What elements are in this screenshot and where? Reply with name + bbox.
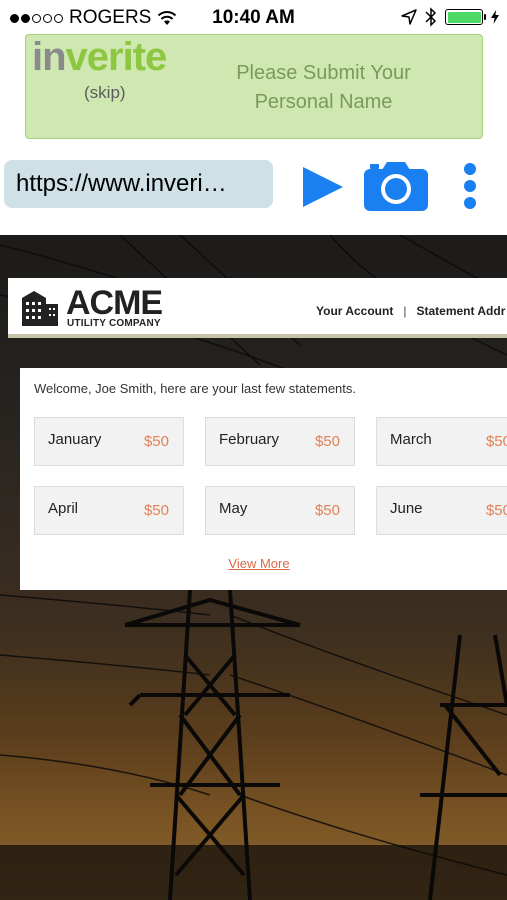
acme-nav: Your Account | Statement Addr <box>316 304 505 318</box>
status-bar: ROGERS 10:40 AM <box>0 0 507 34</box>
skip-link[interactable]: (skip) <box>84 83 126 103</box>
statement-amount: $50 <box>143 433 169 450</box>
battery-icon <box>445 9 486 25</box>
banner-message: Please Submit Your Personal Name <box>216 59 431 117</box>
web-content[interactable]: ACME UTILITY COMPANY Your Account | Stat… <box>0 235 507 900</box>
url-field[interactable]: https://www.inveri… <box>4 160 273 208</box>
inverite-banner: inverite (skip) Please Submit Your Perso… <box>25 34 483 139</box>
charging-icon <box>491 10 499 24</box>
acme-brand-name: ACME <box>66 284 163 322</box>
statement-month: May <box>219 500 248 517</box>
statement-amount: $50 <box>485 502 507 519</box>
acme-brand-subtitle: UTILITY COMPANY <box>67 318 161 329</box>
bluetooth-icon <box>425 7 437 27</box>
building-icon <box>22 291 58 326</box>
statement-card-may[interactable]: May $50 <box>205 486 355 535</box>
statement-card-april[interactable]: April $50 <box>34 486 184 535</box>
welcome-text: Welcome, Joe Smith, here are your last f… <box>34 381 357 396</box>
statement-month: January <box>48 431 102 448</box>
status-right <box>401 7 499 27</box>
acme-header: ACME UTILITY COMPANY Your Account | Stat… <box>8 278 507 338</box>
banner-message-line1: Please Submit Your <box>236 62 411 84</box>
inverite-logo: inverite <box>32 35 167 79</box>
statement-month: February <box>219 431 280 448</box>
nav-your-account[interactable]: Your Account <box>316 304 393 318</box>
statement-card-march[interactable]: March $50 <box>376 417 507 466</box>
statement-amount: $50 <box>143 502 169 519</box>
nav-statement-address[interactable]: Statement Addr <box>416 304 505 318</box>
statement-month: April <box>48 500 79 517</box>
banner-message-line2: Personal Name <box>254 91 393 113</box>
view-more-link[interactable]: View More <box>20 556 507 571</box>
browser-toolbar: https://www.inveri… <box>0 150 507 222</box>
statement-card-june[interactable]: June $50 <box>376 486 507 535</box>
play-icon[interactable] <box>301 166 345 208</box>
more-vertical-icon[interactable] <box>460 162 480 210</box>
statement-amount: $50 <box>485 433 507 450</box>
nav-separator: | <box>403 304 407 318</box>
statement-card-february[interactable]: February $50 <box>205 417 355 466</box>
statement-month: March <box>390 431 432 448</box>
statement-card-january[interactable]: January $50 <box>34 417 184 466</box>
statement-month: June <box>390 500 423 517</box>
statement-amount: $50 <box>314 502 340 519</box>
statement-amount: $50 <box>314 433 340 450</box>
camera-icon[interactable] <box>362 160 430 212</box>
statements-panel: Welcome, Joe Smith, here are your last f… <box>20 368 507 590</box>
location-icon <box>401 9 417 25</box>
